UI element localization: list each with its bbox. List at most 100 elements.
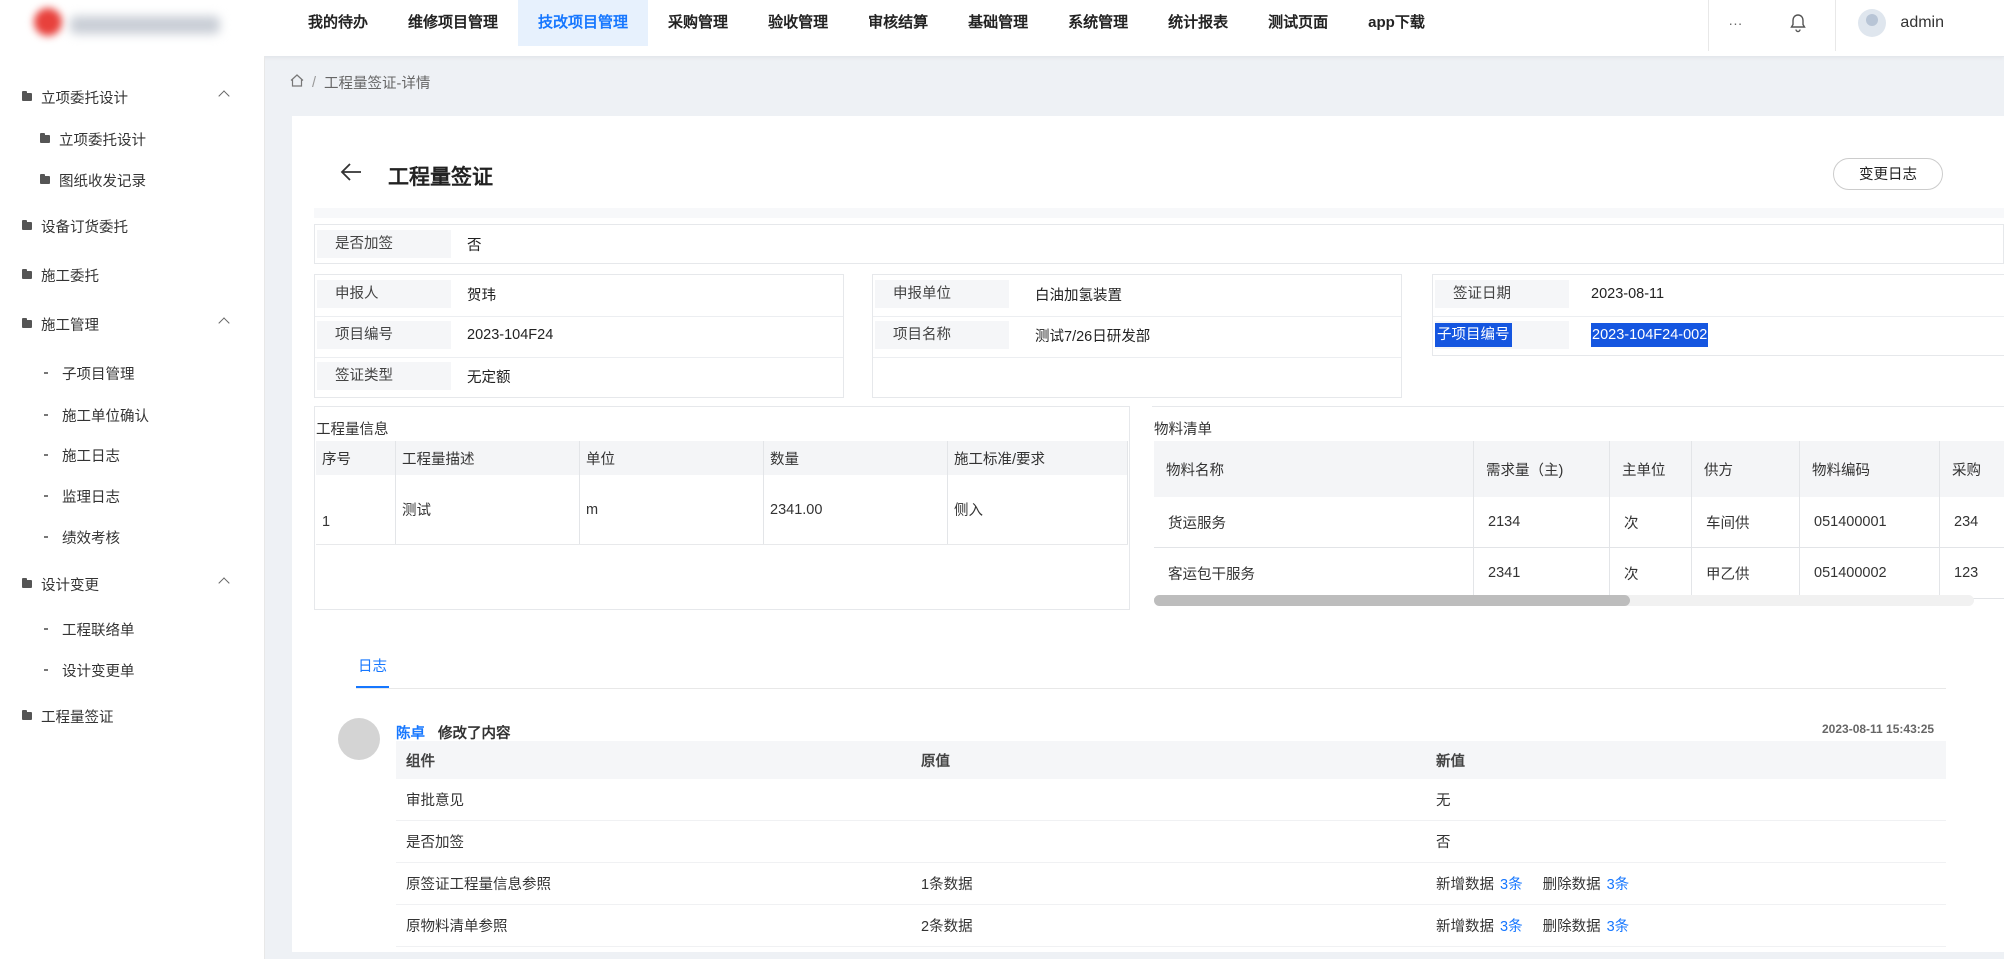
table-cell: 2条数据 xyxy=(911,904,1426,947)
nav-acceptance[interactable]: 验收管理 xyxy=(748,0,848,46)
sidebar-group-construction-mgmt[interactable]: 施工管理 xyxy=(0,309,286,339)
notification-bell-icon[interactable] xyxy=(1761,13,1835,33)
sidebar-item-construction-commission[interactable]: 施工委托 xyxy=(0,260,286,290)
add-data-label: 新增数据 xyxy=(1436,877,1494,893)
nav-my-todo[interactable]: 我的待办 xyxy=(288,0,388,46)
log-action: 修改了内容 xyxy=(438,726,511,742)
field-label: 项目名称 xyxy=(875,321,1009,349)
back-arrow-icon[interactable] xyxy=(340,162,362,182)
field-label: 申报人 xyxy=(317,280,451,308)
sidebar-group-design-change[interactable]: 设计变更 xyxy=(0,569,286,599)
table-cell: m xyxy=(579,475,764,545)
field-sub-project-no: 子项目编号 2023-104F24-002 xyxy=(1433,320,1709,350)
table-cell xyxy=(911,820,1426,863)
folder-icon xyxy=(22,710,32,720)
chevron-up-icon xyxy=(218,317,230,329)
sidebar-item-label: 施工管理 xyxy=(41,317,99,334)
user-menu[interactable]: admin xyxy=(1836,9,2004,37)
table-cell: 次 xyxy=(1609,547,1692,599)
field-sign-date: 签证日期 2023-08-11 xyxy=(1433,279,1664,309)
more-menu-button[interactable]: ··· xyxy=(1709,15,1761,31)
table-cell: 051400002 xyxy=(1799,547,1940,599)
sidebar-item-sub-project[interactable]: 子项目管理 xyxy=(0,358,306,388)
delete-data-link[interactable]: 3条 xyxy=(1607,919,1630,935)
sidebar-item-contact-sheet[interactable]: 工程联络单 xyxy=(0,614,306,644)
folder-icon xyxy=(22,269,32,279)
nav-tech-project[interactable]: 技改项目管理 xyxy=(518,0,649,46)
table-cell xyxy=(911,779,1426,821)
sidebar-item-label: 工程量签证 xyxy=(41,709,114,726)
sidebar-item-drawing-record[interactable]: 图纸收发记录 xyxy=(0,165,304,195)
col-header: 物料编码 xyxy=(1799,441,1940,497)
materials-table: 物料名称 需求量（主) 主单位 供方 物料编码 采购 货运服务 2134 次 车… xyxy=(1154,441,2004,599)
col-header: 施工标准/要求 xyxy=(947,441,1128,475)
col-header: 序号 xyxy=(316,441,396,475)
field-value: 测试7/26日研发部 xyxy=(1035,328,1151,345)
change-log-button[interactable]: 变更日志 xyxy=(1833,158,1943,190)
col-header: 新值 xyxy=(1426,741,1946,779)
nav-test-page[interactable]: 测试页面 xyxy=(1248,0,1348,46)
materials-table-scroll[interactable]: 物料名称 需求量（主) 主单位 供方 物料编码 采购 货运服务 2134 次 车… xyxy=(1154,406,2004,626)
field-group-add-sign: 是否加签 否 xyxy=(314,224,2004,264)
app-logo[interactable] xyxy=(28,6,220,42)
col-header: 单位 xyxy=(579,441,764,475)
table-cell: 新增数据 3条 删除数据 3条 xyxy=(1426,904,1946,947)
tab-bar: 日志 xyxy=(356,654,1946,689)
sidebar-item-project-design[interactable]: 立项委托设计 xyxy=(0,124,304,154)
user-name: admin xyxy=(1900,14,1944,31)
delete-data-label: 删除数据 xyxy=(1542,877,1601,893)
page-title: 工程量签证 xyxy=(388,166,493,189)
nav-purchase[interactable]: 采购管理 xyxy=(648,0,748,46)
top-bar: 我的待办 维修项目管理 技改项目管理 采购管理 验收管理 审核结算 基础管理 系… xyxy=(0,0,2004,57)
col-header: 数量 xyxy=(763,441,948,475)
nav-reports[interactable]: 统计报表 xyxy=(1148,0,1248,46)
sidebar-item-label: 设计变更 xyxy=(41,577,99,594)
log-user-link[interactable]: 陈卓 xyxy=(396,722,425,743)
nav-system[interactable]: 系统管理 xyxy=(1048,0,1148,46)
sidebar-item-supervision-log[interactable]: 监理日志 xyxy=(0,481,306,511)
field-project-no: 项目编号 2023-104F24 xyxy=(315,320,553,350)
nav-repair-project[interactable]: 维修项目管理 xyxy=(388,0,518,46)
sidebar-item-unit-confirm[interactable]: 施工单位确认 xyxy=(0,400,306,430)
sidebar-item-label: 施工单位确认 xyxy=(62,408,149,425)
add-data-link[interactable]: 3条 xyxy=(1500,877,1523,893)
table-cell: 2341 xyxy=(1473,547,1610,599)
table-cell: 货运服务 xyxy=(1154,497,1474,548)
nav-app-download[interactable]: app下载 xyxy=(1348,0,1445,46)
sidebar-item-design-change-sheet[interactable]: 设计变更单 xyxy=(0,655,306,685)
main-nav: 我的待办 维修项目管理 技改项目管理 采购管理 验收管理 审核结算 基础管理 系… xyxy=(288,0,1445,46)
field-value: 2023-08-11 xyxy=(1591,286,1665,302)
col-header: 需求量（主) xyxy=(1473,441,1610,497)
table-cell: 2134 xyxy=(1473,497,1610,548)
nav-audit-settlement[interactable]: 审核结算 xyxy=(848,0,948,46)
field-label: 项目编号 xyxy=(317,321,451,349)
bullet-icon xyxy=(44,372,48,374)
table-row: 1 测试 m 2341.00 侧入 xyxy=(316,475,1128,545)
quantity-table: 序号 工程量描述 单位 数量 施工标准/要求 1 测试 m 2341.00 侧入 xyxy=(316,441,1128,545)
sidebar-group-project-design[interactable]: 立项委托设计 xyxy=(0,82,286,112)
sidebar-item-performance[interactable]: 绩效考核 xyxy=(0,522,306,552)
field-value: 2023-104F24 xyxy=(467,327,554,343)
sidebar-item-quantity-visa[interactable]: 工程量签证 xyxy=(0,701,286,731)
table-header-row: 序号 工程量描述 单位 数量 施工标准/要求 xyxy=(316,441,1128,475)
table-cell: 234 xyxy=(1939,497,2004,548)
sidebar-item-equipment-order[interactable]: 设备订货委托 xyxy=(0,211,286,241)
home-icon[interactable] xyxy=(290,74,304,91)
field-value: 2023-104F24-002 xyxy=(1591,323,1709,347)
delete-data-link[interactable]: 3条 xyxy=(1607,877,1630,893)
bullet-icon xyxy=(44,495,48,497)
col-header: 物料名称 xyxy=(1154,441,1474,497)
table-row: 原签证工程量信息参照 1条数据 新增数据 3条 删除数据 3条 xyxy=(396,862,1946,905)
table-cell: 2341.00 xyxy=(763,475,948,545)
sidebar-item-construction-log[interactable]: 施工日志 xyxy=(0,440,306,470)
table-cell: 原签证工程量信息参照 xyxy=(396,862,911,905)
quantity-section-title: 工程量信息 xyxy=(316,422,389,438)
field-reporter: 申报人 贺玮 xyxy=(315,279,496,309)
sidebar-item-label: 图纸收发记录 xyxy=(59,173,146,190)
horizontal-scrollbar-thumb[interactable] xyxy=(1154,595,1630,606)
sidebar-item-label: 设备订货委托 xyxy=(41,219,128,236)
table-cell: 1条数据 xyxy=(911,862,1426,905)
add-data-link[interactable]: 3条 xyxy=(1500,919,1523,935)
tab-log[interactable]: 日志 xyxy=(356,654,389,688)
nav-basic[interactable]: 基础管理 xyxy=(948,0,1048,46)
